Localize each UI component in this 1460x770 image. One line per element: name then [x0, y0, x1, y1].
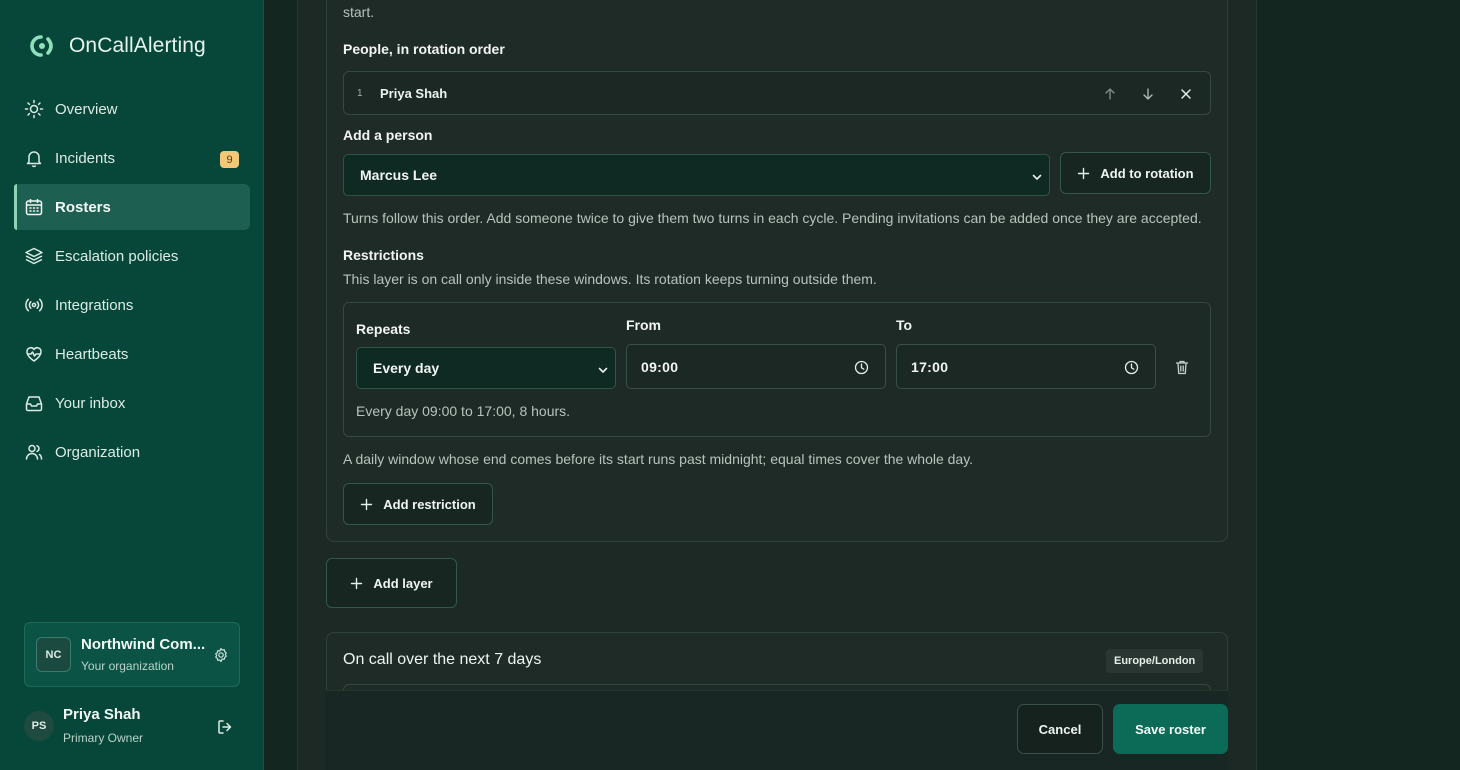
chevron-down-icon [1032, 174, 1042, 180]
add-to-rotation-button[interactable]: Add to rotation [1060, 152, 1211, 194]
sidebar-item-label: Escalation policies [55, 247, 179, 265]
arrow-down-icon[interactable] [1140, 86, 1156, 102]
plus-icon [361, 498, 373, 510]
sidebar-item-incidents[interactable]: Incidents 9 [14, 135, 250, 181]
users-icon [25, 444, 43, 460]
org-subtitle: Your organization [81, 659, 174, 673]
broadcast-icon [25, 298, 43, 312]
brand-name: OnCallAlerting [69, 34, 206, 57]
sidebar-item-organization[interactable]: Organization [14, 429, 250, 475]
clock-icon[interactable] [854, 360, 869, 375]
rotation-index: 1 [357, 88, 363, 99]
brand-logo-icon [30, 35, 53, 57]
add-person-select[interactable]: Marcus Lee [343, 154, 1050, 196]
trash-icon[interactable] [1174, 359, 1190, 376]
inbox-icon [25, 396, 43, 412]
rotation-person-name: Priya Shah [380, 86, 448, 101]
plus-icon [1078, 167, 1090, 179]
avatar: PS [24, 711, 54, 741]
restrictions-help-text: This layer is on call only inside these … [343, 271, 877, 287]
sidebar-item-label: Your inbox [55, 394, 126, 412]
sun-icon [24, 99, 44, 119]
sidebar-item-label: Integrations [55, 296, 134, 314]
user-role: Primary Owner [63, 731, 144, 745]
gear-icon[interactable] [213, 647, 229, 663]
org-avatar: NC [36, 637, 71, 672]
rotation-person-row: 1 Priya Shah [343, 71, 1211, 115]
sidebar-item-label: Heartbeats [55, 345, 129, 363]
clock-icon[interactable] [1124, 360, 1139, 375]
save-roster-button[interactable]: Save roster [1113, 704, 1228, 754]
to-time-value: 17:00 [911, 359, 949, 375]
add-person-label: Add a person [343, 127, 433, 143]
add-layer-button[interactable]: Add layer [326, 558, 457, 608]
sidebar-item-your-inbox[interactable]: Your inbox [14, 380, 250, 426]
layers-icon [25, 247, 43, 265]
sidebar-item-label: Incidents [55, 149, 116, 167]
from-time-input[interactable]: 09:00 [626, 344, 886, 389]
brand[interactable]: OnCallAlerting [25, 32, 206, 60]
chevron-down-icon [598, 367, 608, 373]
close-icon[interactable] [1178, 86, 1194, 102]
sidebar-item-label: Overview [55, 100, 118, 118]
window-help-text: A daily window whose end comes before it… [343, 451, 974, 467]
calendar-icon [25, 199, 43, 216]
add-to-rotation-label: Add to rotation [1100, 165, 1194, 181]
sidebar-item-integrations[interactable]: Integrations [14, 282, 250, 328]
sidebar-item-escalation-policies[interactable]: Escalation policies [14, 233, 250, 279]
add-restriction-button[interactable]: Add restriction [343, 483, 493, 525]
add-person-selected-value: Marcus Lee [360, 167, 438, 183]
plus-icon [351, 577, 363, 589]
arrow-up-icon[interactable] [1102, 86, 1118, 102]
sidebar-item-label: Organization [55, 443, 141, 461]
sidebar-item-label: Rosters [55, 198, 111, 216]
bell-icon [26, 151, 42, 168]
main-nav: Overview Incidents 9 Rosters Escalation … [14, 86, 250, 478]
add-layer-label: Add layer [373, 575, 433, 591]
org-name: Northwind Com... [81, 636, 206, 653]
user-name: Priya Shah [63, 706, 141, 723]
repeats-select[interactable]: Every day [356, 347, 616, 389]
add-restriction-label: Add restriction [383, 496, 476, 512]
current-user: PS Priya Shah Primary Owner [24, 704, 244, 752]
to-label: To [896, 317, 913, 333]
organization-card[interactable]: NC Northwind Com... Your organization [24, 622, 240, 687]
layer-description-tail: start. [343, 4, 375, 20]
to-time-input[interactable]: 17:00 [896, 344, 1156, 389]
turns-help-text: Turns follow this order. Add someone twi… [343, 210, 1202, 226]
timezone-badge: Europe/London [1106, 649, 1204, 673]
repeats-label: Repeats [356, 321, 411, 337]
from-time-value: 09:00 [641, 359, 679, 375]
heart-pulse-icon [26, 347, 42, 362]
people-label: People, in rotation order [343, 41, 505, 57]
sidebar-item-rosters[interactable]: Rosters [14, 184, 250, 230]
preview-title: On call over the next 7 days [343, 651, 542, 668]
cancel-button[interactable]: Cancel [1017, 704, 1103, 754]
restrictions-label: Restrictions [343, 247, 424, 263]
logout-icon[interactable] [216, 718, 234, 736]
from-label: From [626, 317, 661, 333]
incidents-count-badge: 9 [220, 151, 239, 168]
sidebar: OnCallAlerting Overview Incidents 9 Rost… [0, 0, 264, 770]
repeats-selected-value: Every day [373, 360, 440, 376]
restriction-summary: Every day 09:00 to 17:00, 8 hours. [356, 403, 571, 419]
sidebar-item-overview[interactable]: Overview [14, 86, 250, 132]
sidebar-item-heartbeats[interactable]: Heartbeats [14, 331, 250, 377]
